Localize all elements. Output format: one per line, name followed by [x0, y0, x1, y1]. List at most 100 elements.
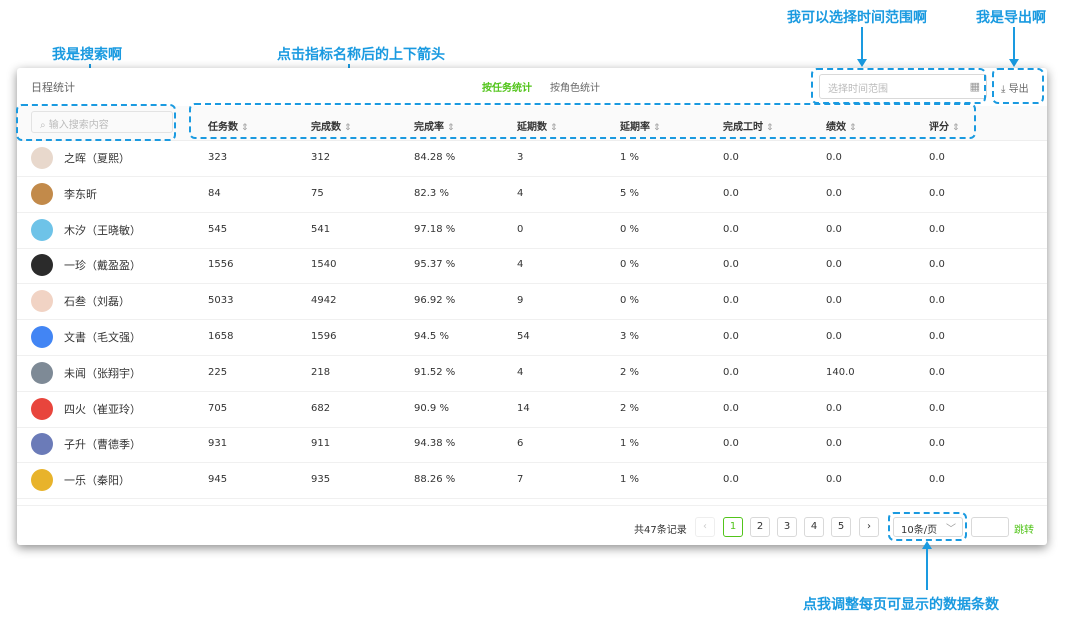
table-cell: 0.0 [723, 402, 739, 414]
avatar [31, 326, 53, 348]
avatar [31, 254, 53, 277]
table-row[interactable]: 一珍（戴盈盈） 1556 1540 95.37 % 4 0 % 0.0 0.0 0.0 [17, 247, 1047, 285]
table-cell: 54 [517, 331, 530, 342]
page-button[interactable]: 1 [723, 517, 743, 537]
member-name: 文書（毛文强） [64, 331, 141, 344]
next-page-button[interactable]: › [859, 517, 879, 537]
table-cell: 3 % [620, 331, 640, 342]
annotation-page-size-arrow [922, 541, 932, 549]
table-cell: 94.5 % [414, 331, 449, 342]
highlight-date-range [811, 68, 986, 104]
table-cell: 0.0 [826, 331, 842, 342]
table-cell: 4 [517, 259, 524, 271]
table-row[interactable]: 四火（崔亚玲） 705 682 90.9 % 14 2 % 0.0 0.0 0.0 [17, 391, 1047, 428]
table-cell: 0.0 [929, 152, 945, 163]
table-cell: 84 [208, 187, 221, 199]
table-row[interactable]: 之晖（夏熙） 323 312 84.28 % 3 1 % 0.0 0.0 0.0 [17, 140, 1047, 177]
member-name: 一珍（戴盈盈） [64, 259, 141, 273]
table-cell: 4942 [311, 295, 337, 307]
table-cell: 0 % [620, 295, 640, 307]
table-cell: 0.0 [929, 474, 945, 486]
table-cell: 1 % [620, 152, 640, 163]
highlight-search [16, 104, 176, 141]
table-row[interactable]: 石叁（刘磊） 5033 4942 96.92 % 9 0 % 0.0 0.0 0.0 [17, 283, 1047, 321]
table-cell: 0.0 [723, 366, 739, 378]
avatar [31, 218, 53, 241]
jump-button[interactable]: 跳转 [1014, 521, 1034, 536]
member-name: 四火（崔亚玲） [64, 402, 141, 416]
table-cell: 0.0 [826, 295, 842, 307]
table-cell: 1 % [620, 474, 640, 486]
avatar [31, 433, 53, 456]
avatar [31, 361, 53, 384]
annotation-page-size: 点我调整每页可显示的数据条数 [803, 597, 999, 613]
table-cell: 0.0 [929, 223, 945, 235]
avatar [31, 397, 53, 420]
table-cell: 0.0 [826, 474, 842, 486]
table-cell: 945 [208, 474, 228, 486]
table-cell: 1540 [311, 259, 337, 271]
table-cell: 0.0 [826, 402, 842, 414]
highlight-export [992, 68, 1044, 104]
table-row[interactable]: 子升（曹德季） 931 911 94.38 % 6 1 % 0.0 0.0 0.0 [17, 426, 1047, 464]
tab-by-task[interactable]: 按任务统计 [482, 79, 532, 94]
table-cell: 6 [517, 438, 524, 450]
table-cell: 541 [311, 223, 331, 235]
table-row[interactable]: 未闻（张翔宇） 225 218 91.52 % 4 2 % 0.0 140.0 0.0 [17, 355, 1047, 392]
tab-by-role[interactable]: 按角色统计 [550, 79, 600, 94]
table-cell: 0.0 [826, 152, 842, 163]
total-records: 共47条记录 [634, 525, 687, 536]
table-cell: 0.0 [723, 223, 739, 235]
table-cell: 0.0 [723, 295, 739, 307]
table-cell: 911 [311, 438, 331, 450]
member-name: 李东昕 [64, 187, 97, 201]
avatar [31, 182, 53, 205]
table-cell: 1596 [311, 331, 337, 342]
member-name: 石叁（刘磊） [64, 295, 130, 309]
table-cell: 0 [517, 223, 524, 235]
table-cell: 2 % [620, 402, 640, 414]
table-cell: 9 [517, 295, 524, 307]
table-cell: 4 [517, 366, 524, 378]
table-cell: 5 % [620, 187, 640, 199]
table-cell: 88.26 % [414, 474, 456, 486]
table-cell: 0.0 [723, 259, 739, 271]
table-cell: 0.0 [929, 438, 945, 450]
stats-tabs: 按任务统计 按角色统计 [482, 79, 600, 94]
table-cell: 7 [517, 474, 524, 486]
table-cell: 95.37 % [414, 259, 456, 271]
table-row[interactable]: 李东昕 84 75 82.3 % 4 5 % 0.0 0.0 0.0 [17, 176, 1047, 213]
member-name: 之晖（夏熙） [64, 152, 130, 165]
table-cell: 82.3 % [414, 187, 449, 199]
table-cell: 94.38 % [414, 438, 456, 450]
jump-page-input[interactable] [971, 517, 1009, 537]
annotation-export: 我是导出啊 [976, 10, 1046, 26]
table-cell: 0.0 [929, 331, 945, 342]
table-cell: 225 [208, 366, 228, 378]
page-button[interactable]: 4 [804, 517, 824, 537]
table-cell: 0.0 [929, 402, 945, 414]
annotation-search: 我是搜索啊 [52, 47, 122, 63]
table-cell: 0 % [620, 223, 640, 235]
table-row[interactable]: 文書（毛文强） 1658 1596 94.5 % 54 3 % 0.0 0.0 0.0 [17, 319, 1047, 356]
table-cell: 705 [208, 402, 228, 414]
footer-divider [17, 505, 1047, 506]
table-cell: 0.0 [929, 187, 945, 199]
table-cell: 4 [517, 187, 524, 199]
table-cell: 5033 [208, 295, 234, 307]
page-button[interactable]: 5 [831, 517, 851, 537]
table-cell: 1658 [208, 331, 234, 342]
table-cell: 1556 [208, 259, 234, 271]
prev-page-button[interactable]: ‹ [695, 517, 715, 537]
page-button[interactable]: 2 [750, 517, 770, 537]
highlight-page-size [888, 512, 967, 541]
table-cell: 0 % [620, 259, 640, 271]
page-button[interactable]: 3 [777, 517, 797, 537]
table-cell: 0.0 [723, 187, 739, 199]
page-title: 日程统计 [31, 81, 75, 94]
table-row[interactable]: 一乐（秦阳） 945 935 88.26 % 7 1 % 0.0 0.0 0.0 [17, 462, 1047, 500]
table-cell: 140.0 [826, 366, 855, 378]
table-cell: 91.52 % [414, 366, 456, 378]
table-cell: 0.0 [826, 187, 842, 199]
table-row[interactable]: 木汐（王晓敏） 545 541 97.18 % 0 0 % 0.0 0.0 0.0 [17, 212, 1047, 249]
